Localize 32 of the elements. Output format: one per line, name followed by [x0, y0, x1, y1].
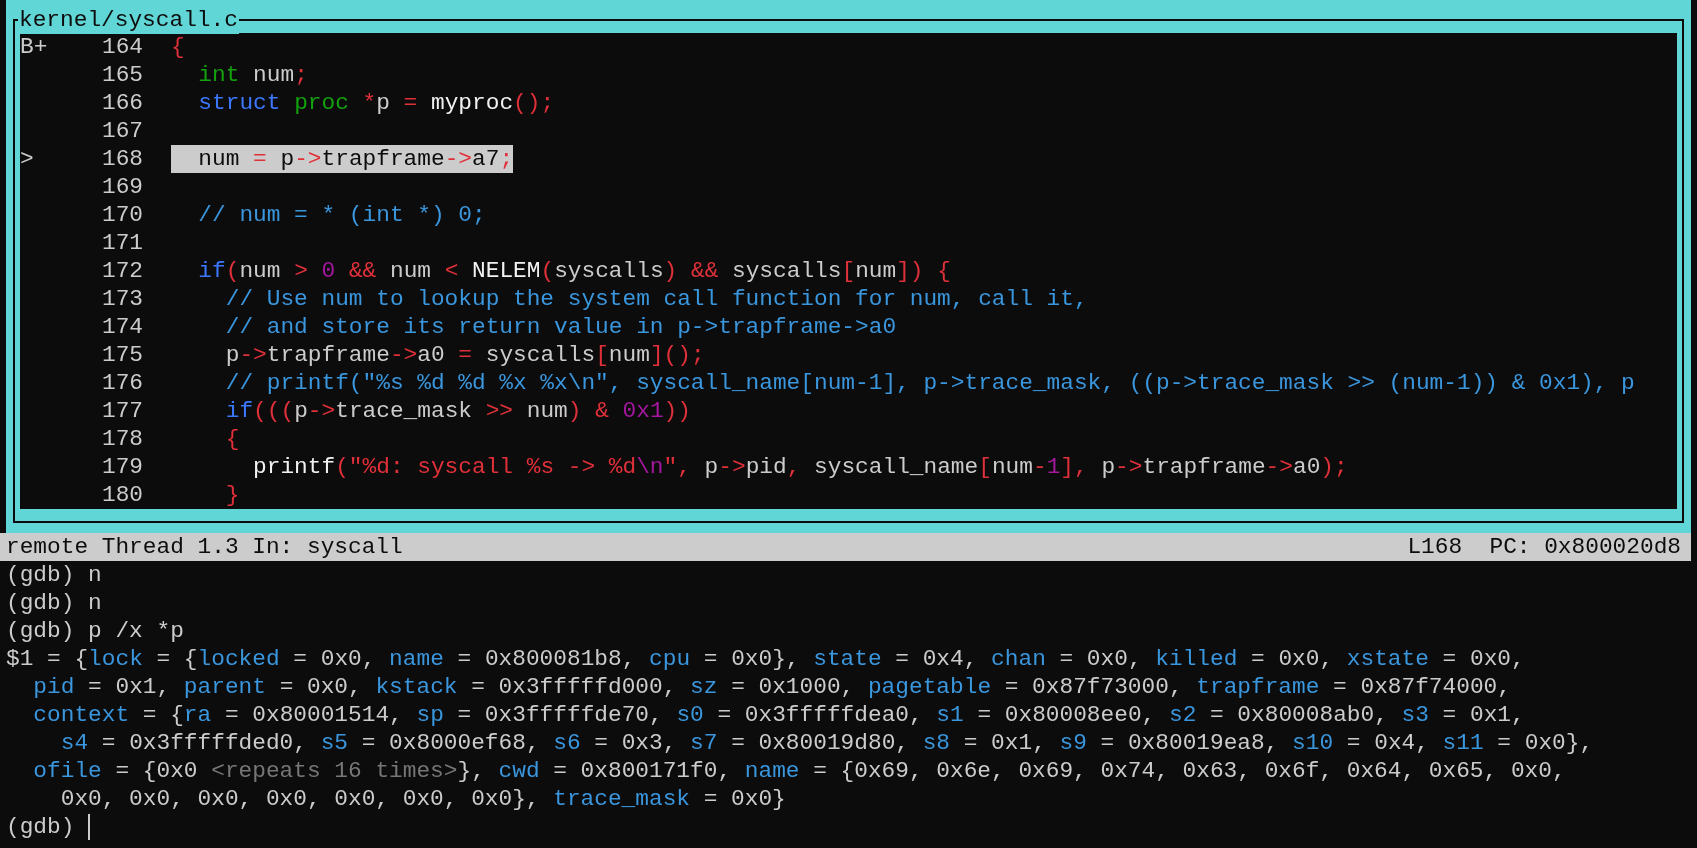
console-line: (gdb) p /x *p — [6, 617, 184, 645]
line-marker: B+ — [20, 34, 48, 60]
line-number: 180 — [102, 481, 144, 509]
line-number: 177 — [102, 397, 144, 425]
line-number: 179 — [102, 453, 144, 481]
line-number: 170 — [102, 201, 144, 229]
console-prompt: (gdb) — [6, 813, 75, 841]
line-number: 178 — [102, 425, 144, 453]
status-text: remote Thread 1.3 In: syscall — [6, 533, 403, 561]
line-marker: > — [20, 146, 34, 172]
line-number: 164 — [102, 33, 144, 61]
line-number: 175 — [102, 341, 144, 369]
console-line: s4 = 0x3fffffded0, s5 = 0x8000ef68, s6 = 0x3, s7 = 0x80019d80, s8 = 0x1, s9 = 0x80019ea8, s10 = 0x4, s11 = 0x0}, — [59, 729, 1594, 757]
line-number: 165 — [102, 61, 144, 89]
console-line: ofile = {0x0 <repeats 16 times>}, cwd = 0x800171f0, name = {0x69, 0x6e, 0x69, 0x74, 0x63, 0x6f, 0x64, 0x65, 0x0, — [32, 757, 1566, 785]
console-line: pid = 0x1, parent = 0x0, kstack = 0x3fffffd000, sz = 0x1000, pagetable = 0x87f73000, trapframe = 0x87f74000, — [32, 673, 1511, 701]
line-number: 171 — [102, 229, 144, 257]
status-text: L168 PC: 0x800020d8 — [1407, 533, 1682, 561]
line-number: 166 — [102, 89, 144, 117]
console-line: (gdb) n — [6, 561, 102, 589]
console-line: (gdb) n — [6, 589, 102, 617]
line-number: 172 — [102, 257, 144, 285]
line-number: 169 — [102, 173, 144, 201]
line-number: 176 — [102, 369, 144, 397]
line-number: 173 — [102, 285, 144, 313]
text-cursor — [88, 814, 91, 840]
line-number: 167 — [102, 117, 144, 145]
console-line: context = {ra = 0x80001514, sp = 0x3fffffde70, s0 = 0x3fffffdea0, s1 = 0x80008ee0, s2 = 0x80008ab0, s3 = 0x1, — [32, 701, 1525, 729]
console-line: $1 = {lock = {locked = 0x0, name = 0x800081b8, cpu = 0x0}, state = 0x4, chan = 0x0, killed = 0x0, xstate = 0x0, — [6, 645, 1525, 673]
line-number: 174 — [102, 313, 144, 341]
console-line: 0x0, 0x0, 0x0, 0x0, 0x0, 0x0, 0x0}, trace_mask = 0x0} — [59, 785, 786, 813]
line-number: 168 — [102, 145, 144, 173]
